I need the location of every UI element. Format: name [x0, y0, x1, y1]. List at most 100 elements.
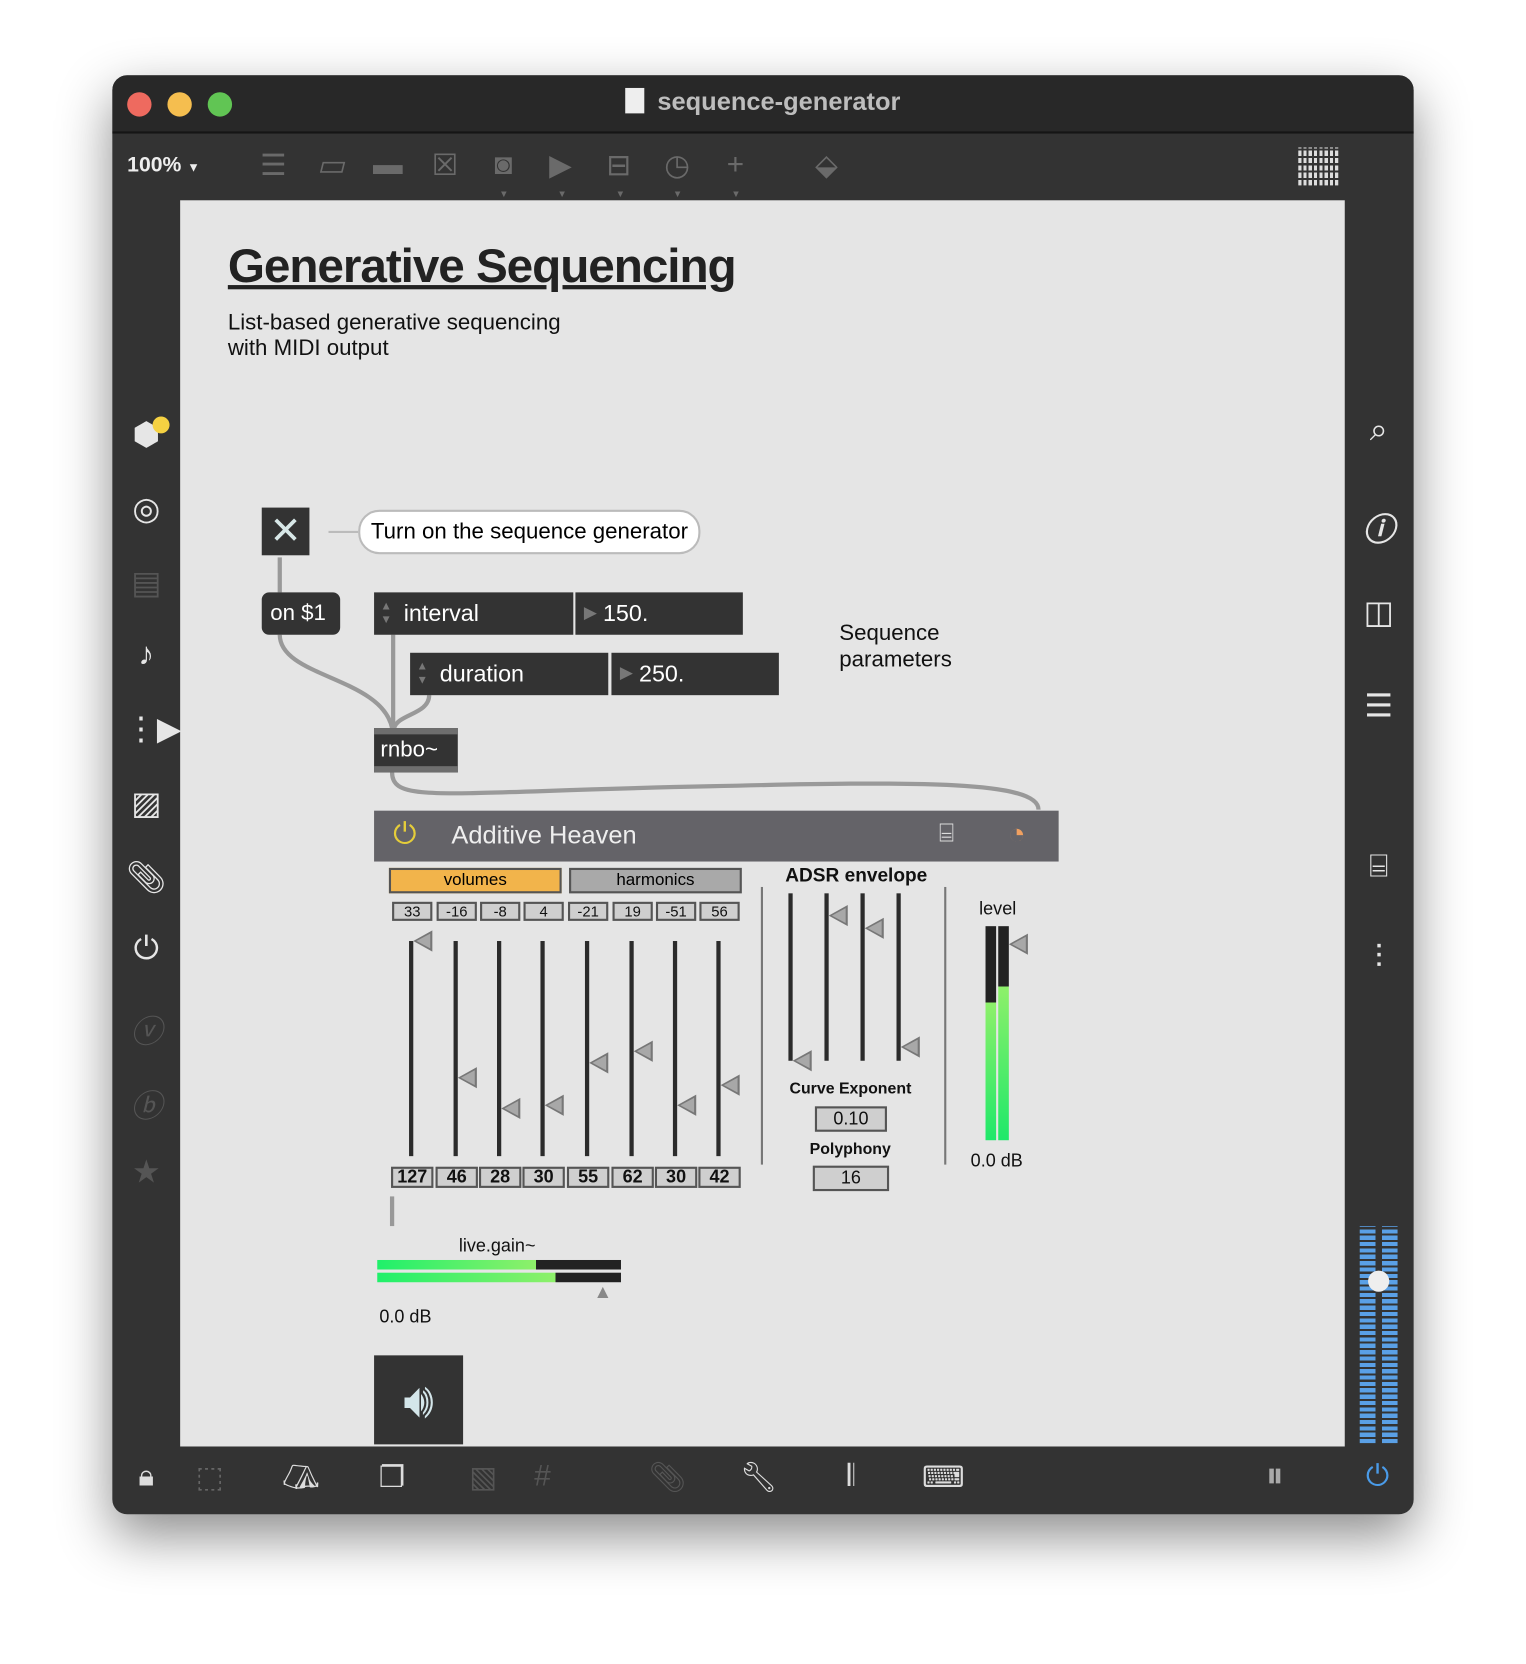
media-icon[interactable]: ▤ — [125, 565, 167, 602]
ezdac-button[interactable]: 🔊︎ — [374, 1355, 464, 1445]
volume-slider-track[interactable] — [716, 941, 721, 1157]
zoom-select[interactable]: 100% ▼ — [127, 154, 200, 178]
list-icon[interactable]: ☰ — [1357, 688, 1399, 725]
volume-number[interactable]: 62 — [611, 1166, 654, 1188]
toggle-icon[interactable]: ☒ — [426, 147, 464, 182]
grid-icon[interactable]: # — [521, 1459, 563, 1493]
volume-slider-track[interactable] — [409, 941, 414, 1157]
volume-number[interactable]: 55 — [566, 1166, 610, 1188]
volume-slider-handle[interactable] — [501, 1098, 521, 1120]
volume-slider-track[interactable] — [584, 941, 590, 1157]
power-icon[interactable]: ⏻ — [393, 817, 416, 852]
harmonic-number[interactable]: 33 — [392, 901, 433, 921]
image-icon[interactable]: ▨ — [125, 785, 167, 822]
volume-slider-handle[interactable] — [633, 1040, 653, 1062]
b-icon[interactable]: ⓑ — [125, 1080, 167, 1127]
piano-icon[interactable]: 𝄃 — [830, 1459, 872, 1494]
level-meter[interactable] — [985, 926, 1009, 1141]
message-icon[interactable]: ▭ — [312, 147, 350, 182]
plus-icon[interactable]: + — [716, 147, 754, 181]
vimeo-icon[interactable]: ⓥ — [125, 1006, 167, 1053]
volume-slider-track[interactable] — [453, 941, 458, 1157]
search-icon[interactable]: ⌕ — [1357, 412, 1399, 448]
live-gain-slider[interactable] — [377, 1259, 621, 1283]
volume-slider-handle[interactable] — [413, 930, 433, 952]
lock-icon[interactable]: 🔒︎ — [125, 1459, 167, 1494]
harmonic-number[interactable]: 19 — [612, 901, 653, 921]
rnbo-object[interactable]: rnbo~ — [374, 728, 458, 773]
power-icon[interactable]: ⏻ — [1356, 1459, 1398, 1494]
music-note-icon[interactable]: ♪ — [125, 637, 167, 673]
duration-number[interactable]: ▶ 250. — [611, 652, 779, 696]
volume-number[interactable]: 28 — [478, 1166, 522, 1188]
paperclip-icon[interactable]: 📎︎ — [125, 859, 167, 896]
object-box-icon[interactable]: ☰ — [254, 147, 292, 182]
grid-icon[interactable] — [1298, 147, 1339, 186]
harmonic-number[interactable]: 4 — [523, 901, 564, 921]
keyboard-icon[interactable]: ⌨ — [922, 1459, 965, 1494]
harmonic-number[interactable]: -16 — [436, 901, 477, 921]
volume-slider-track[interactable] — [540, 941, 545, 1157]
audio-pause-icon[interactable]: ⏸ — [1254, 1455, 1296, 1496]
toggle-button[interactable]: ✕ — [261, 507, 310, 556]
info-icon[interactable]: ⓘ — [1357, 503, 1399, 550]
dial-icon[interactable]: ◷ — [658, 147, 696, 182]
adsr-slider-handle[interactable] — [792, 1050, 812, 1072]
volume-number[interactable]: 42 — [698, 1166, 741, 1188]
adsr-slider-handle[interactable] — [864, 917, 884, 940]
target-icon[interactable]: ◎ — [125, 491, 167, 528]
harmonic-number[interactable]: -21 — [567, 901, 609, 921]
windows-icon[interactable]: ❐ — [371, 1459, 413, 1494]
adsr-slider-track[interactable] — [896, 893, 901, 1061]
mute-icon[interactable]: ▧ — [462, 1459, 504, 1494]
attach-icon[interactable]: 📎︎ — [646, 1459, 688, 1494]
volume-number[interactable]: 30 — [522, 1166, 565, 1188]
volume-slider-handle[interactable] — [720, 1074, 740, 1096]
interval-number[interactable]: ▶ 150. — [575, 592, 743, 635]
star-icon[interactable]: ★ — [125, 1154, 167, 1191]
mixer-icon[interactable]: ⫶ — [1357, 940, 1399, 976]
harmonic-number[interactable]: 56 — [699, 901, 740, 921]
adsr-slider-handle[interactable] — [828, 904, 848, 926]
curve-exponent-number[interactable]: 0.10 — [814, 1106, 887, 1132]
plug-icon[interactable]: ⏻ — [125, 931, 167, 967]
duration-label[interactable]: ▲ ▼ duration — [410, 652, 609, 696]
button-icon[interactable]: ◙ — [484, 147, 522, 181]
volume-slider-track[interactable] — [672, 941, 678, 1157]
easel-icon[interactable]: ⛺︎ — [280, 1459, 322, 1494]
gain-handle-icon[interactable]: ▲ — [593, 1281, 612, 1303]
master-level-meter[interactable] — [1359, 1226, 1398, 1444]
camera-icon[interactable]: ⌸ — [939, 819, 954, 849]
volume-number[interactable]: 46 — [435, 1166, 478, 1188]
volume-slider-handle[interactable] — [544, 1094, 564, 1116]
play-icon[interactable]: ▶ — [542, 147, 580, 182]
slider-icon[interactable]: ⊟ — [600, 147, 638, 182]
volume-number[interactable]: 127 — [391, 1166, 434, 1188]
volume-slider-handle[interactable] — [677, 1094, 697, 1116]
adsr-slider-handle[interactable] — [900, 1036, 920, 1058]
volume-slider-handle[interactable] — [457, 1067, 477, 1089]
message-box[interactable]: on $1 — [261, 592, 341, 635]
level-handle[interactable] — [1008, 933, 1028, 955]
wrench-icon[interactable]: 🔧︎ — [738, 1459, 780, 1494]
sequencer-icon[interactable]: ⋮▶ — [125, 711, 181, 748]
volume-number[interactable]: 30 — [654, 1166, 698, 1188]
comment-icon[interactable]: ▬ — [369, 147, 407, 181]
paint-bucket-icon[interactable]: ⬙ — [807, 147, 845, 182]
tab-harmonics[interactable]: harmonics — [569, 867, 742, 894]
polyphony-number[interactable]: 16 — [812, 1165, 890, 1192]
columns-icon[interactable]: ◫ — [1357, 594, 1399, 631]
presentation-select-icon[interactable]: ⬚ — [189, 1459, 231, 1494]
adsr-slider-track[interactable] — [788, 893, 793, 1061]
volume-slider-track[interactable] — [496, 941, 502, 1157]
volume-slider-handle[interactable] — [589, 1052, 609, 1074]
interval-label[interactable]: ▲ ▼ interval — [374, 592, 574, 635]
package-icon[interactable]: ⬢ — [125, 416, 170, 453]
master-level-handle[interactable] — [1368, 1270, 1390, 1292]
harmonic-number[interactable]: -8 — [480, 901, 521, 921]
patcher-canvas[interactable]: Generative Sequencing List-based generat… — [180, 200, 1345, 1447]
rnbo-export-icon[interactable]: ◔ — [1008, 817, 1026, 851]
camera-icon[interactable]: ⌸ — [1357, 849, 1399, 885]
harmonic-number[interactable]: -51 — [655, 901, 697, 921]
tab-volumes[interactable]: volumes — [388, 867, 562, 894]
